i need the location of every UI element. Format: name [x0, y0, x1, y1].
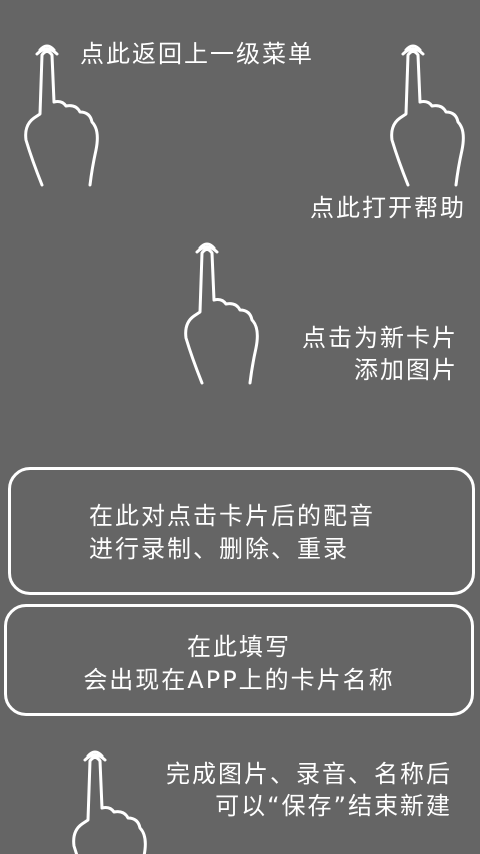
back-hint-text: 点此返回上一级菜单 [80, 40, 314, 68]
pointing-hand-icon [182, 238, 262, 388]
audio-panel-line1: 在此对点击卡片后的配音 [89, 502, 375, 530]
pointing-hand-icon [388, 40, 468, 190]
audio-panel-line2: 进行录制、删除、重录 [89, 535, 349, 563]
new-card-hint: 点击为新卡片 添加图片 [302, 322, 458, 386]
name-panel-line2: 会出现在APP上的卡片名称 [83, 666, 395, 694]
help-hint-text: 点此打开帮助 [310, 194, 466, 222]
finish-hint-line2: 可以“保存”结束新建 [215, 792, 452, 820]
audio-record-area[interactable]: 在此对点击卡片后的配音 进行录制、删除、重录 [8, 467, 475, 595]
name-panel-line1: 在此填写 [187, 633, 291, 661]
help-overlay[interactable]: 点此返回上一级菜单 点此打开帮助 点击为新卡片 添加图片 在此对点击卡片后的配音… [0, 0, 480, 854]
finish-hint-line1: 完成图片、录音、名称后 [166, 760, 452, 788]
card-name-input-area[interactable]: 在此填写 会出现在APP上的卡片名称 [4, 604, 474, 716]
pointing-hand-icon [70, 746, 150, 854]
finish-hint: 完成图片、录音、名称后 可以“保存”结束新建 [166, 758, 452, 822]
new-card-hint-line1: 点击为新卡片 [302, 324, 458, 352]
new-card-hint-line2: 添加图片 [354, 356, 458, 384]
